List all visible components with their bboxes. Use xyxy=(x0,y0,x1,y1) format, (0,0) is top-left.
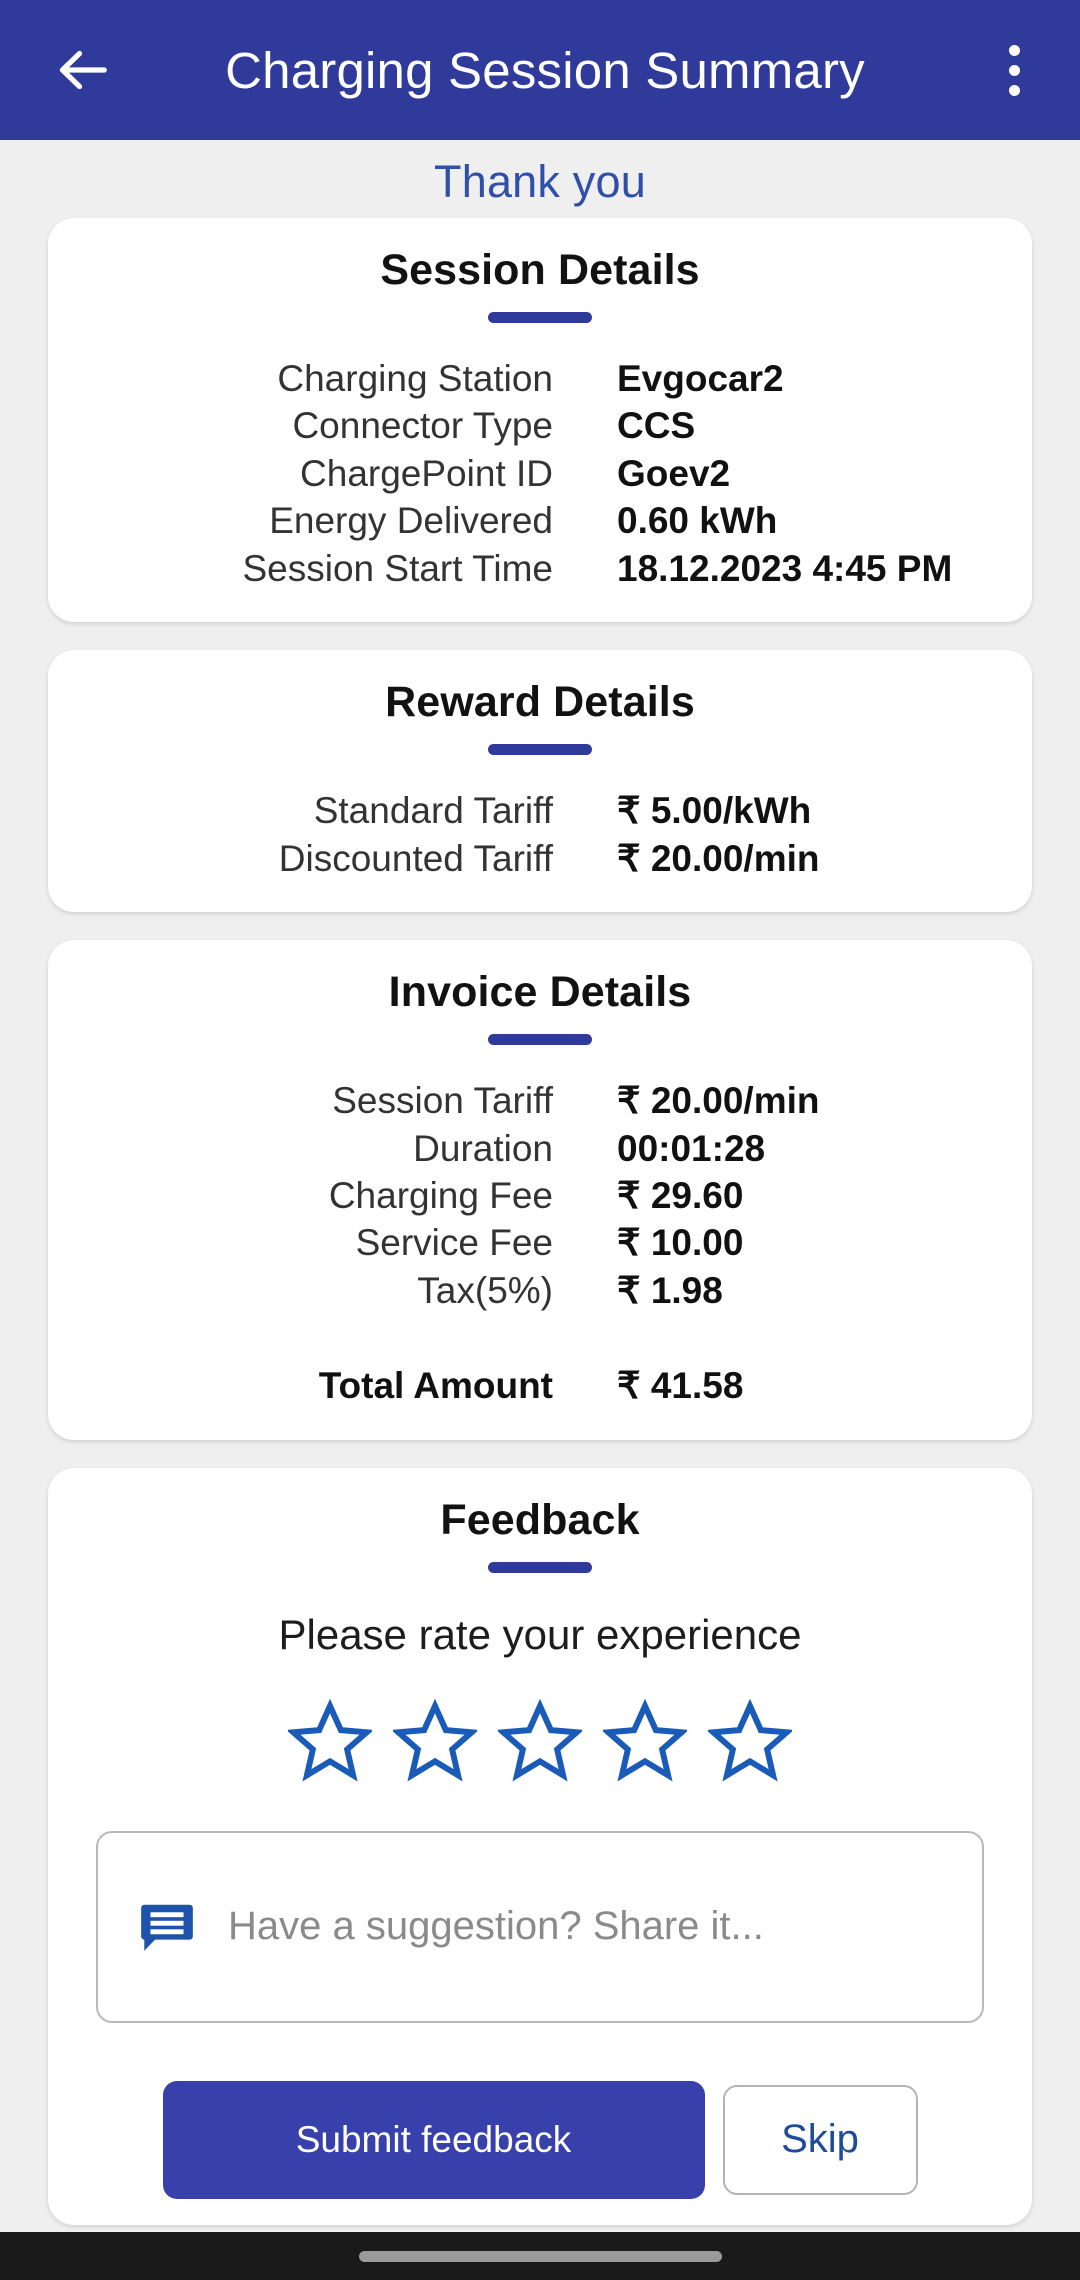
detail-row: Session Tariff ₹ 20.00/min xyxy=(48,1077,1032,1124)
system-navigation-bar xyxy=(0,2232,1080,2280)
detail-value: ₹ 10.00 xyxy=(617,1222,744,1264)
feedback-actions: Submit feedback Skip xyxy=(48,2080,1032,2199)
session-details-title: Session Details xyxy=(380,246,700,294)
detail-label: Service Fee xyxy=(355,1222,553,1264)
star-outline-icon[interactable] xyxy=(708,1698,792,1783)
star-outline-icon[interactable] xyxy=(603,1698,687,1783)
detail-label: Connector Type xyxy=(292,405,553,447)
back-button[interactable] xyxy=(40,27,126,113)
total-amount-label: Total Amount xyxy=(318,1365,553,1407)
overflow-dot xyxy=(1008,84,1020,96)
suggestion-input[interactable]: Have a suggestion? Share it... xyxy=(96,1830,984,2023)
total-amount-value: ₹ 41.58 xyxy=(617,1365,744,1407)
feedback-card: Feedback Please rate your experience Hav… xyxy=(48,1467,1032,2225)
feedback-title: Feedback xyxy=(440,1495,640,1544)
detail-label: ChargePoint ID xyxy=(300,452,553,494)
detail-row: Charging Station Evgocar2 xyxy=(48,355,1032,402)
accent-bar xyxy=(488,1561,592,1573)
detail-value: ₹ 1.98 xyxy=(617,1269,723,1311)
suggestion-placeholder: Have a suggestion? Share it... xyxy=(228,1904,764,1949)
accent-bar xyxy=(488,312,592,323)
total-amount-row: Total Amount ₹ 41.58 xyxy=(48,1362,1032,1409)
accent-bar xyxy=(488,744,592,756)
detail-row: ChargePoint ID Goev2 xyxy=(48,450,1032,497)
detail-value: CCS xyxy=(617,405,696,447)
invoice-details-rows: Session Tariff ₹ 20.00/min Duration 00:0… xyxy=(48,1077,1032,1410)
session-details-rows: Charging Station Evgocar2 Connector Type… xyxy=(48,355,1032,592)
detail-label: Discounted Tariff xyxy=(278,837,553,879)
detail-label: Charging Fee xyxy=(328,1174,553,1216)
message-icon xyxy=(141,1904,193,1951)
detail-row: Charging Fee ₹ 29.60 xyxy=(48,1172,1032,1219)
detail-value: Goev2 xyxy=(617,452,731,494)
detail-row: Connector Type CCS xyxy=(48,402,1032,449)
star-outline-icon[interactable] xyxy=(393,1698,477,1783)
rate-prompt: Please rate your experience xyxy=(278,1610,802,1658)
arrow-left-icon xyxy=(53,40,113,100)
page-title: Charging Session Summary xyxy=(225,41,865,99)
star-outline-icon[interactable] xyxy=(288,1698,372,1783)
detail-label: Charging Station xyxy=(277,358,553,399)
gesture-handle[interactable] xyxy=(358,2250,722,2262)
detail-row: Discounted Tariff ₹ 20.00/min xyxy=(48,835,1032,882)
content-area: Thank you Session Details Charging Stati… xyxy=(0,140,1080,2232)
invoice-details-title: Invoice Details xyxy=(388,968,692,1017)
detail-value: Evgocar2 xyxy=(617,358,784,399)
detail-value: ₹ 29.60 xyxy=(617,1174,744,1216)
accent-bar xyxy=(488,1034,592,1046)
reward-details-card: Reward Details Standard Tariff ₹ 5.00/kW… xyxy=(48,650,1032,913)
detail-label: Duration xyxy=(413,1127,553,1169)
reward-details-rows: Standard Tariff ₹ 5.00/kWh Discounted Ta… xyxy=(48,787,1032,882)
star-outline-icon[interactable] xyxy=(498,1698,582,1783)
detail-value: 0.60 kWh xyxy=(617,500,778,542)
thank-you-text: Thank you xyxy=(434,156,646,207)
reward-details-title: Reward Details xyxy=(385,678,695,727)
detail-row: Energy Delivered 0.60 kWh xyxy=(48,497,1032,544)
detail-label: Standard Tariff xyxy=(313,790,553,832)
invoice-details-card: Invoice Details Session Tariff ₹ 20.00/m… xyxy=(48,940,1032,1440)
detail-row: Service Fee ₹ 10.00 xyxy=(48,1219,1032,1266)
detail-value: 18.12.2023 4:45 PM xyxy=(617,547,953,589)
session-details-card: Session Details Charging Station Evgocar… xyxy=(48,218,1032,623)
app-bar: Charging Session Summary xyxy=(0,0,1080,140)
detail-row: Session Start Time 18.12.2023 4:45 PM xyxy=(48,545,1032,592)
detail-value: ₹ 20.00/min xyxy=(617,1080,820,1122)
detail-label: Session Tariff xyxy=(332,1080,553,1122)
star-rating[interactable] xyxy=(48,1698,1032,1783)
detail-label: Session Start Time xyxy=(242,547,553,589)
more-vertical-icon[interactable] xyxy=(974,25,1054,115)
detail-value: 00:01:28 xyxy=(617,1127,766,1169)
detail-label: Energy Delivered xyxy=(269,500,553,542)
detail-value: ₹ 5.00/kWh xyxy=(617,790,812,832)
submit-feedback-button[interactable]: Submit feedback xyxy=(162,2080,705,2199)
detail-label: Tax(5%) xyxy=(417,1269,553,1311)
overflow-dot xyxy=(1008,44,1020,56)
detail-row: Standard Tariff ₹ 5.00/kWh xyxy=(48,787,1032,834)
overflow-dot xyxy=(1008,64,1020,76)
detail-row: Duration 00:01:28 xyxy=(48,1125,1032,1172)
detail-value: ₹ 20.00/min xyxy=(617,837,820,879)
detail-row: Tax(5%) ₹ 1.98 xyxy=(48,1267,1032,1314)
skip-button[interactable]: Skip xyxy=(722,2084,918,2195)
